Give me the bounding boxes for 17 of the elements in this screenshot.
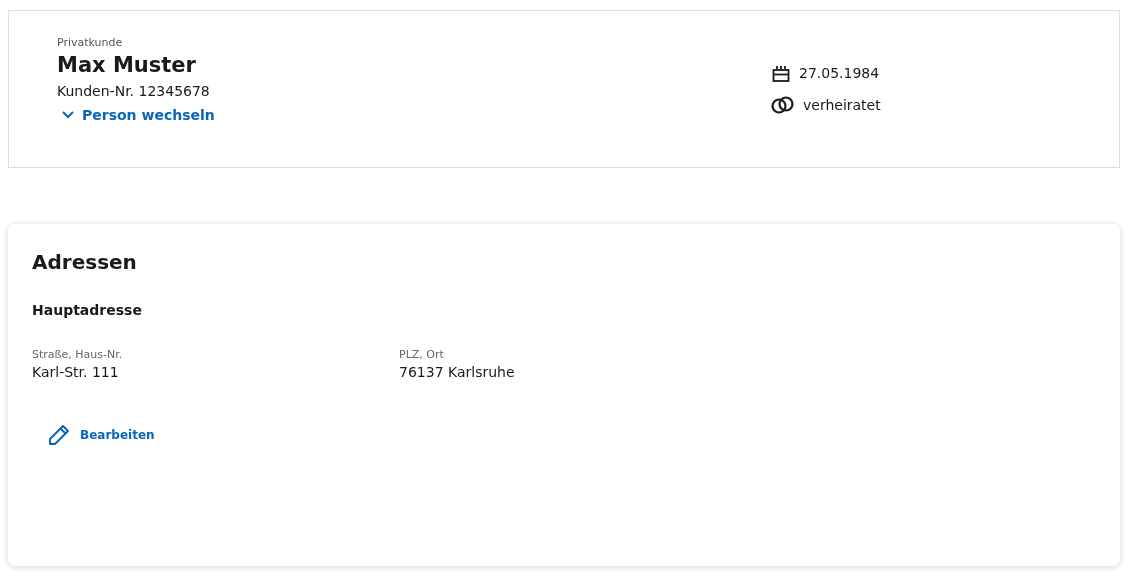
switch-person-link[interactable]: Person wechseln [62, 107, 215, 123]
customer-name: Max Muster [57, 53, 197, 77]
chevron-down-icon [62, 111, 74, 119]
field-value: 76137 Karlsruhe [399, 364, 516, 380]
cake-icon [771, 63, 791, 83]
birth-date: 27.05.1984 [799, 65, 880, 81]
pencil-icon [48, 424, 70, 446]
marital-status: verheiratet [803, 97, 881, 113]
customer-number: Kunden-Nr. 12345678 [57, 83, 211, 99]
rings-icon [771, 95, 795, 115]
section-title: Adressen [32, 250, 138, 274]
edit-button[interactable]: Bearbeiten [48, 424, 155, 446]
field-label: PLZ, Ort [399, 348, 445, 361]
customer-type: Privatkunde [57, 36, 124, 49]
field-label: Straße, Haus-Nr. [32, 348, 124, 361]
field-value: Karl-Str. 111 [32, 364, 120, 380]
address-subtitle: Hauptadresse [32, 302, 143, 318]
